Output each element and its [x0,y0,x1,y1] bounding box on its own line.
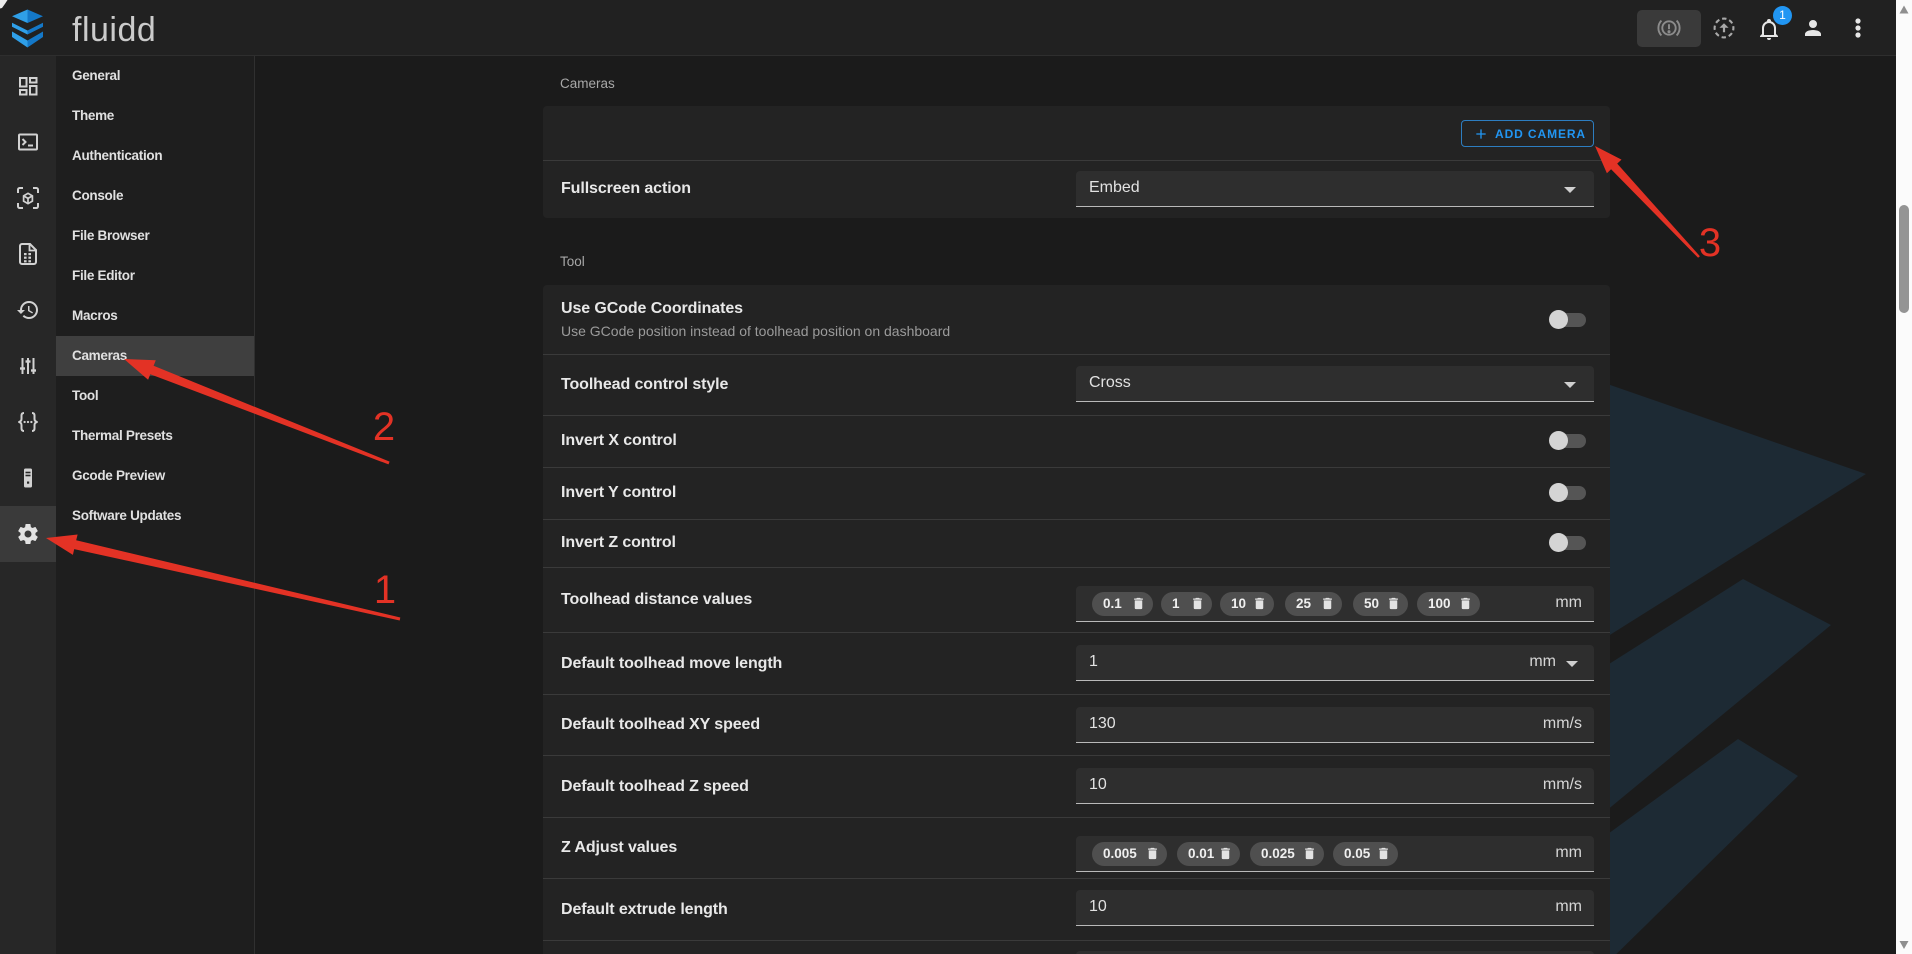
svg-text:2: 2 [373,405,395,449]
svg-text:1: 1 [374,568,396,612]
svg-text:3: 3 [1699,221,1721,265]
